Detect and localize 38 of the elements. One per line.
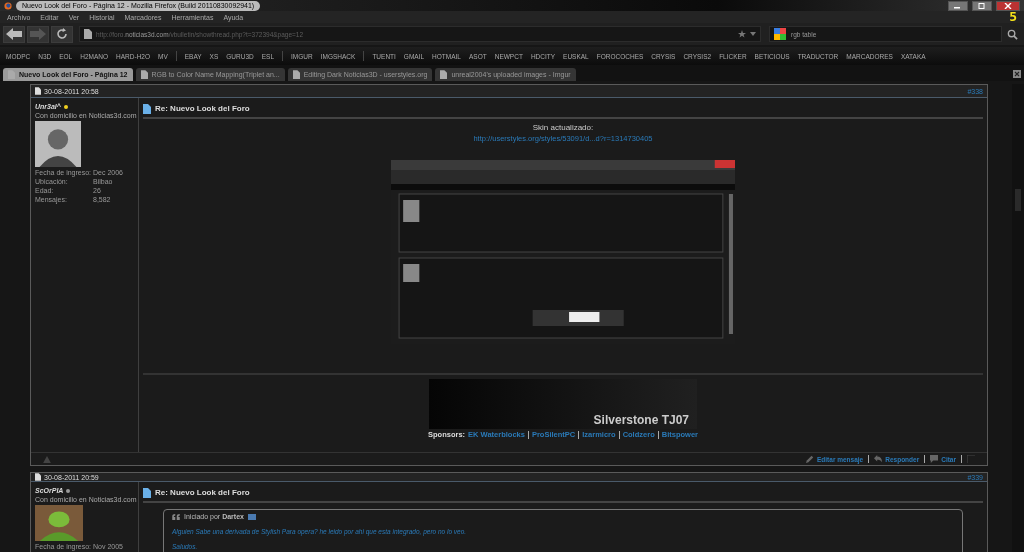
close-icon [1004, 2, 1012, 9]
maximize-button[interactable] [972, 0, 992, 11]
search-icon[interactable] [1007, 28, 1018, 40]
close-button[interactable] [996, 0, 1020, 11]
document-icon [143, 487, 151, 498]
avatar [35, 505, 83, 541]
counter-text: 5 [1009, 11, 1017, 23]
post-icon [35, 473, 41, 481]
post-icon [35, 87, 41, 95]
page-icon [84, 29, 92, 39]
browser-logo-icon [4, 1, 12, 10]
quote-icon [172, 513, 180, 520]
page-icon [140, 70, 148, 79]
reply-arrow-icon [874, 455, 883, 463]
star-icon[interactable] [738, 30, 746, 38]
post-title: Re: Nuevo Look del Foro [155, 488, 250, 497]
close-icon [1014, 71, 1020, 77]
reload-icon [56, 28, 68, 40]
close-tab-button[interactable] [1013, 70, 1021, 78]
speech-bubble-icon [930, 455, 939, 463]
message-text: Skin actualizado: [532, 123, 594, 132]
view-post-icon[interactable] [247, 513, 256, 520]
scrollbar[interactable] [1012, 84, 1024, 552]
page-icon [292, 70, 300, 79]
pencil-icon [806, 455, 814, 463]
minimize-button[interactable] [948, 0, 968, 11]
reload-button[interactable] [51, 25, 73, 43]
forward-arrow-icon [30, 28, 46, 40]
signature-banner: Silverstone TJ07 [429, 379, 697, 429]
document-icon [143, 103, 151, 114]
post-title: Re: Nuevo Look del Foro [155, 104, 250, 113]
avatar [35, 121, 81, 167]
back-button[interactable] [3, 25, 25, 43]
search-engine-icon [774, 28, 786, 40]
back-arrow-icon [6, 28, 22, 40]
page-icon [440, 70, 448, 79]
maximize-icon [978, 2, 986, 9]
caret-icon[interactable] [750, 32, 756, 36]
